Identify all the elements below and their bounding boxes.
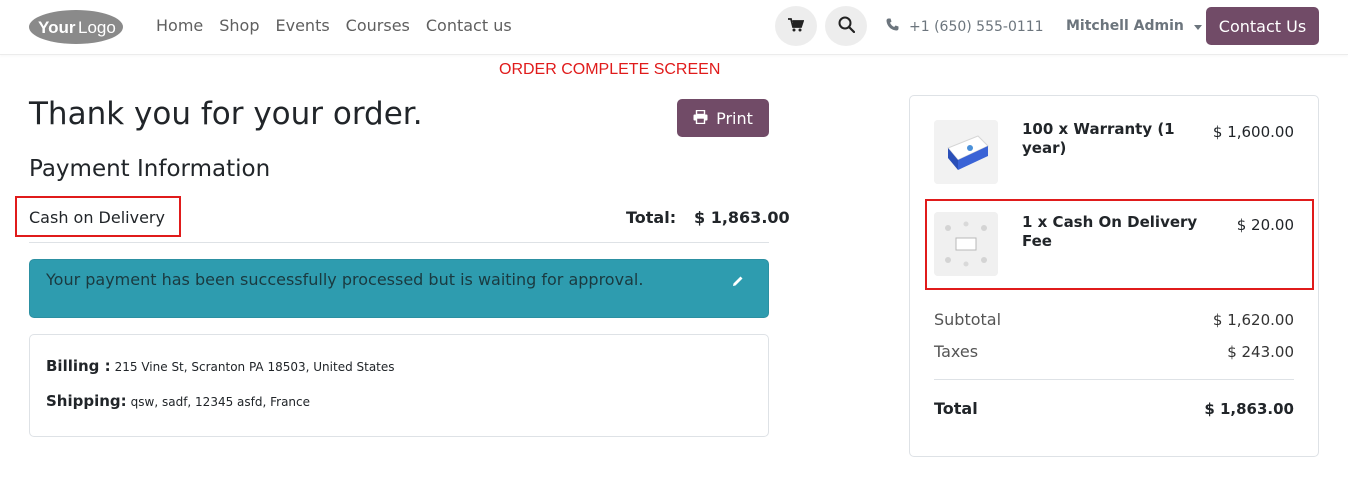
shipping-row: Shipping: qsw, sadf, 12345 asfd, France [46, 392, 310, 410]
print-label: Print [716, 108, 753, 128]
search-button[interactable] [825, 6, 867, 46]
subtotal-label: Subtotal [934, 310, 1002, 329]
divider [934, 379, 1294, 380]
order-total-label: Total: [626, 208, 677, 227]
taxes-label: Taxes [934, 342, 979, 361]
user-menu[interactable]: Mitchell Admin [1066, 18, 1202, 34]
pencil-icon[interactable] [732, 272, 744, 291]
user-name: Mitchell Admin [1066, 18, 1184, 34]
phone-number: +1 (650) 555-0111 [909, 18, 1044, 35]
shipping-label: Shipping: [46, 392, 127, 410]
summary-total-value: $ 1,863.00 [1204, 400, 1294, 418]
svg-text:Logo: Logo [78, 18, 116, 37]
nav-shop[interactable]: Shop [219, 16, 259, 35]
nav-home[interactable]: Home [156, 16, 203, 35]
billing-label: Billing : [46, 357, 111, 375]
taxes-value: $ 243.00 [1227, 343, 1294, 361]
search-icon [838, 16, 855, 37]
phone-link[interactable]: +1 (650) 555-0111 [886, 18, 1044, 35]
billing-row: Billing : 215 Vine St, Scranton PA 18503… [46, 357, 395, 375]
printer-icon [693, 109, 708, 128]
annotation-highlight-payment [15, 196, 181, 237]
divider [29, 242, 769, 243]
print-button[interactable]: Print [677, 99, 769, 137]
order-total-value: $ 1,863.00 [694, 208, 790, 227]
address-card: Billing : 215 Vine St, Scranton PA 18503… [29, 334, 769, 437]
contact-us-button[interactable]: Contact Us [1206, 7, 1319, 45]
page-title: Thank you for your order. [29, 96, 423, 132]
nav-events[interactable]: Events [276, 16, 330, 35]
summary-item-price: $ 1,600.00 [1212, 123, 1294, 141]
payment-status-alert: Your payment has been successfully proce… [29, 259, 769, 318]
summary-item-name: 100 x Warranty (1 year) [1022, 120, 1175, 157]
site-logo[interactable]: Your Logo [28, 9, 124, 45]
cart-button[interactable] [775, 6, 817, 46]
nav-courses[interactable]: Courses [346, 16, 410, 35]
cart-icon [788, 17, 805, 36]
summary-total-label: Total [934, 399, 978, 418]
main-nav: Home Shop Events Courses Contact us [156, 16, 512, 35]
billing-address: 215 Vine St, Scranton PA 18503, United S… [114, 360, 395, 374]
payment-info-heading: Payment Information [29, 156, 271, 182]
site-header: Your Logo Home Shop Events Courses Conta… [0, 0, 1348, 55]
phone-icon [886, 18, 899, 35]
subtotal-value: $ 1,620.00 [1212, 311, 1294, 329]
annotation-title: ORDER COMPLETE SCREEN [499, 61, 721, 78]
svg-text:Your: Your [38, 18, 76, 37]
annotation-highlight-fee [925, 199, 1314, 290]
alert-message: Your payment has been successfully proce… [46, 270, 644, 289]
warranty-box-icon [934, 120, 998, 184]
nav-contact-us[interactable]: Contact us [426, 16, 512, 35]
shipping-address: qsw, sadf, 12345 asfd, France [130, 395, 311, 409]
chevron-down-icon [1193, 24, 1202, 30]
